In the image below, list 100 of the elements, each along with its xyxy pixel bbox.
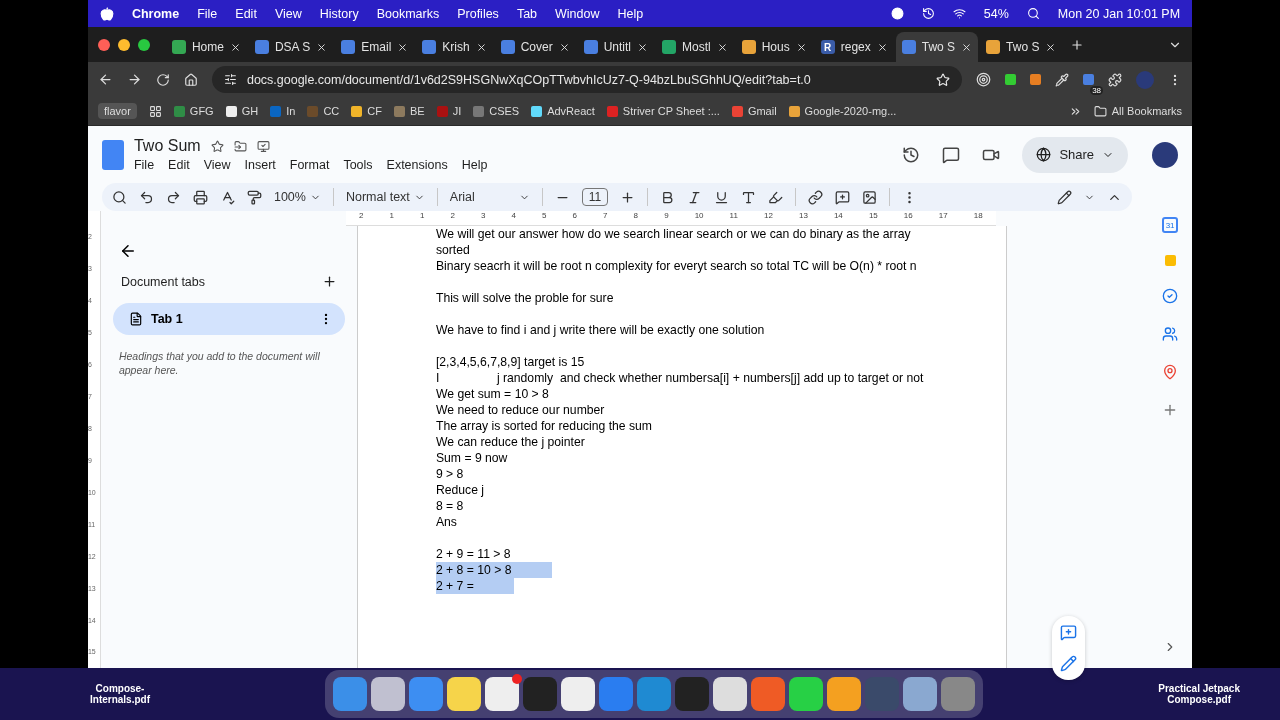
highlighter-icon[interactable] — [768, 189, 784, 205]
menu-item[interactable]: Bookmarks — [376, 6, 440, 21]
image-icon[interactable] — [862, 189, 878, 205]
move-folder-icon[interactable] — [233, 139, 247, 153]
menu-item[interactable]: History — [319, 6, 359, 21]
bookmark[interactable]: CSES — [473, 105, 520, 117]
menu-item[interactable]: Help — [461, 158, 488, 172]
bookmark[interactable]: Google-2020-mg... — [788, 105, 897, 117]
menu-item[interactable]: Tab — [516, 6, 538, 21]
app-menu[interactable]: Chrome — [131, 6, 180, 21]
font-select[interactable]: Arial — [449, 190, 530, 204]
desktop-file[interactable]: Practical Jetpack Compose.pdf — [1158, 683, 1240, 705]
zoom-select[interactable]: 100% — [273, 190, 321, 204]
browser-tab[interactable]: Mostl — [656, 32, 734, 62]
bookmark[interactable]: CF — [351, 105, 382, 117]
menu-item[interactable]: Profiles — [457, 6, 499, 21]
app-icon[interactable] — [713, 677, 748, 711]
menu-item[interactable]: Edit — [235, 6, 257, 21]
print-icon[interactable] — [192, 189, 208, 205]
close-dot[interactable] — [97, 38, 110, 51]
browser-tab[interactable]: R regex — [814, 32, 894, 62]
menu-item[interactable]: Extensions — [386, 158, 448, 172]
font-size-field[interactable]: 11 — [581, 188, 609, 206]
browser-tab[interactable]: Hous — [735, 32, 813, 62]
text-color-icon[interactable] — [741, 189, 757, 205]
browser-tab[interactable]: Email — [335, 32, 415, 62]
underline-icon[interactable] — [714, 189, 730, 205]
app-icon[interactable] — [789, 677, 824, 711]
history-icon[interactable] — [902, 145, 921, 164]
app-icon[interactable] — [447, 677, 482, 711]
suggest-edit-icon[interactable] — [1060, 655, 1077, 672]
map-pin-icon[interactable] — [1162, 364, 1179, 380]
menu-item[interactable]: File — [197, 6, 218, 21]
menu-item[interactable]: View — [274, 6, 302, 21]
menu-item[interactable]: Format — [289, 158, 330, 172]
plus-icon[interactable] — [620, 189, 636, 205]
browser-tab[interactable]: Home — [165, 32, 247, 62]
target-icon[interactable] — [976, 72, 992, 87]
bookmark[interactable]: BE — [393, 105, 425, 117]
extension-icon[interactable] — [1083, 74, 1095, 85]
menu-item[interactable]: File — [133, 158, 155, 172]
redo-icon[interactable] — [165, 189, 181, 205]
document-title[interactable]: Two Sum — [133, 137, 201, 155]
forward-icon[interactable] — [126, 72, 142, 87]
bookmark[interactable]: JI — [436, 105, 462, 117]
bookmark[interactable]: Striver CP Sheet :... — [606, 105, 720, 117]
bookmark[interactable]: AdvReact — [531, 105, 595, 117]
address-bar[interactable]: docs.google.com/document/d/1v6d2S9HSGNwXqCOpTTwbvhIcUz7-Q-94bzLbuSGhhUQ/edit?tab=t.0 — [211, 66, 963, 93]
paint-format-icon[interactable] — [246, 189, 262, 205]
browser-tab[interactable]: Krish — [416, 32, 493, 62]
browser-tab[interactable]: Untitl — [577, 32, 655, 62]
pencil-icon[interactable] — [1057, 189, 1073, 205]
app-icon[interactable] — [561, 677, 596, 711]
style-select[interactable]: Normal text — [345, 190, 425, 204]
back-icon[interactable] — [97, 72, 113, 87]
bookmark[interactable]: CC — [307, 105, 340, 117]
app-icon[interactable] — [371, 677, 406, 711]
eyedropper-icon[interactable] — [1055, 72, 1070, 87]
all-bookmarks[interactable]: All Bookmarks — [1093, 104, 1183, 118]
app-icon[interactable] — [903, 677, 938, 711]
undo-icon[interactable] — [138, 189, 154, 205]
contacts-icon[interactable] — [1162, 326, 1179, 342]
profile-avatar[interactable] — [1152, 141, 1179, 168]
share-button[interactable]: Share — [1022, 136, 1129, 173]
add-comment-icon[interactable] — [835, 189, 851, 205]
bookmark[interactable]: GH — [225, 105, 259, 117]
document-tab[interactable]: Tab 1 — [112, 303, 345, 335]
menu-item[interactable]: View — [203, 158, 231, 172]
menu-item[interactable]: Insert — [244, 158, 276, 172]
profile-chip[interactable]: flavor — [97, 103, 137, 119]
bookmark[interactable]: Gmail — [731, 105, 777, 117]
browser-tab[interactable]: Cover — [494, 32, 576, 62]
browser-tab[interactable]: Two S — [895, 32, 979, 62]
desktop-file[interactable]: Compose- Internals.pdf — [90, 683, 150, 705]
menu-item[interactable]: Tools — [343, 158, 373, 172]
bookmark[interactable]: In — [270, 105, 296, 117]
tasks-icon[interactable] — [1162, 288, 1179, 304]
cloud-saved-icon[interactable] — [256, 139, 270, 153]
menu-item[interactable]: Window — [555, 6, 600, 21]
zoom-dot[interactable] — [137, 38, 150, 51]
home-icon[interactable] — [183, 72, 198, 87]
plus-icon[interactable] — [321, 274, 337, 289]
browser-tab[interactable]: DSA S — [248, 32, 334, 62]
browser-tab[interactable]: Two S — [980, 32, 1063, 62]
grid-icon[interactable] — [148, 104, 162, 118]
italic-icon[interactable] — [687, 189, 703, 205]
calendar-icon[interactable]: 31 — [1162, 217, 1179, 233]
menu-item[interactable]: Edit — [168, 158, 190, 172]
reload-icon[interactable] — [155, 72, 170, 87]
link-icon[interactable] — [808, 189, 824, 205]
search-icon[interactable] — [111, 189, 127, 205]
comment-icon[interactable] — [942, 145, 961, 164]
bookmark[interactable]: GFG — [173, 105, 214, 117]
minimize-dot[interactable] — [117, 38, 130, 51]
app-icon[interactable] — [485, 677, 520, 711]
app-icon[interactable] — [827, 677, 862, 711]
puzzle-icon[interactable] — [1108, 72, 1123, 87]
menu-item[interactable]: Help — [617, 6, 644, 21]
docs-logo[interactable] — [101, 139, 124, 170]
star-icon[interactable] — [210, 139, 224, 153]
